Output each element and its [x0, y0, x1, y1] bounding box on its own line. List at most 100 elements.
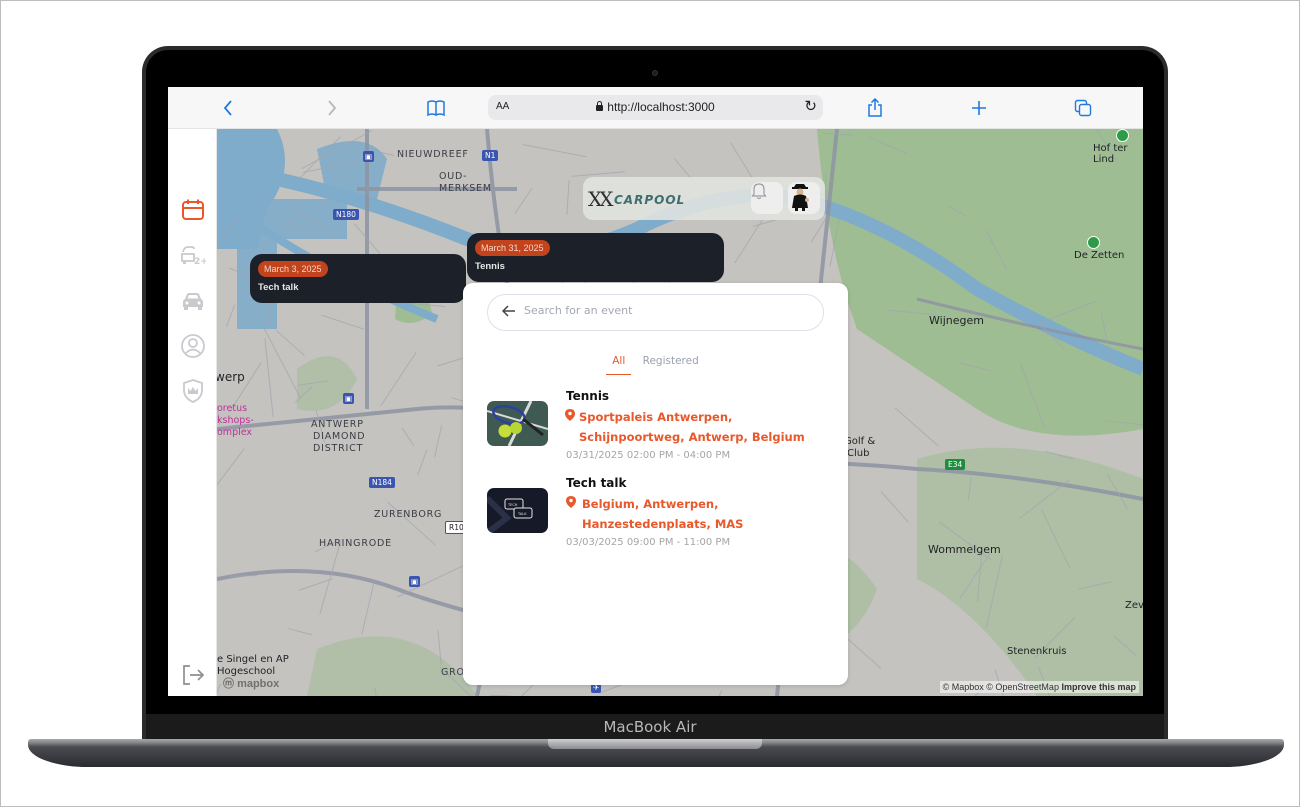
train-station-icon[interactable]: ▣	[343, 393, 355, 404]
event-tooltip-tech-talk[interactable]: March 3, 2025 Tech talk	[250, 254, 466, 303]
address-bar[interactable]: AA http://localhost:3000 ↻	[488, 95, 823, 120]
sidebar-item-admin[interactable]	[180, 378, 206, 404]
sidebar-item-carpool[interactable]: 2+	[180, 242, 206, 268]
minor-street	[571, 171, 625, 177]
url-text[interactable]: http://localhost:3000	[607, 100, 714, 114]
minor-street	[276, 330, 305, 357]
minor-street	[264, 338, 274, 418]
minor-street	[489, 694, 512, 696]
minor-street	[730, 142, 753, 179]
attribution-text[interactable]: © Mapbox © OpenStreetMap	[943, 682, 1059, 692]
park-icon[interactable]	[1116, 129, 1129, 142]
avatar-icon	[792, 184, 809, 211]
sidebar-item-events[interactable]	[180, 197, 206, 223]
event-title: Tech talk	[566, 476, 627, 490]
reload-icon[interactable]: ↻	[804, 97, 817, 115]
calendar-icon	[182, 199, 204, 220]
map-label-plantin-1: oretus	[217, 403, 248, 414]
event-tabs: All Registered	[463, 355, 848, 375]
improve-map-link[interactable]: Improve this map	[1061, 682, 1136, 692]
map-attribution: © Mapbox © OpenStreetMap Improve this ma…	[939, 681, 1139, 693]
search-input[interactable]	[524, 304, 804, 317]
car-icon	[183, 293, 203, 310]
laptop-notch	[548, 739, 762, 749]
event-panel: All Registered Tennis Sportpaleis Antwer…	[463, 283, 848, 685]
map-label-haringrode: HARINGRODE	[319, 538, 392, 549]
road-shield-n184: N184	[369, 477, 395, 488]
map-label-golf-2: Club	[847, 448, 870, 459]
car-2plus-icon: 2+	[181, 246, 206, 267]
minor-street	[380, 351, 417, 407]
road-shield-n180: N180	[333, 209, 359, 220]
map-label-oud-merksem-1: OUD-	[439, 171, 468, 182]
map-label-zurenborg: ZURENBORG	[374, 509, 443, 520]
new-tab-icon[interactable]	[967, 96, 991, 120]
share-icon[interactable]	[863, 96, 887, 120]
minor-street	[396, 563, 468, 598]
map-label-plantin-2: kshops-	[217, 415, 254, 426]
event-tooltip-tennis[interactable]: March 31, 2025 Tennis	[467, 233, 724, 282]
minor-street	[566, 180, 570, 215]
camera	[652, 70, 658, 76]
minor-street	[225, 304, 236, 328]
svg-text:TECH: TECH	[507, 503, 518, 507]
svg-text:TALK: TALK	[517, 512, 527, 516]
event-time: 03/31/2025 02:00 PM - 04:00 PM	[566, 450, 731, 461]
logout-icon	[183, 665, 205, 685]
map-label-golf-1: Golf &	[844, 436, 876, 447]
map-label-diamond-1: ANTWERP	[311, 419, 364, 430]
forward-icon[interactable]	[320, 96, 344, 120]
map-label-wijnegem: Wijnegem	[929, 314, 984, 327]
train-station-icon[interactable]: ▣	[363, 151, 375, 162]
event-location-line1: Belgium, Antwerpen,	[582, 497, 719, 511]
event-location-line2: Schijnpoortweg, Antwerp, Belgium	[579, 430, 805, 444]
minor-street	[718, 690, 723, 696]
sidebar-item-my-car[interactable]	[180, 288, 206, 314]
map-label-stenenkruis: Stenenkruis	[1007, 646, 1067, 657]
event-location-line1: Sportpaleis Antwerpen,	[579, 410, 733, 424]
minor-street	[217, 683, 221, 694]
sidebar-item-profile[interactable]	[180, 333, 206, 359]
location-pin-icon	[566, 496, 576, 508]
minor-street	[288, 628, 312, 636]
browser-toolbar: AA http://localhost:3000 ↻	[168, 87, 1143, 129]
logout-button[interactable]	[180, 662, 206, 688]
tab-registered[interactable]: Registered	[637, 355, 705, 374]
map-label-wommelgem: Wommelgem	[928, 543, 1001, 556]
minor-street	[417, 449, 428, 476]
event-location: Sportpaleis Antwerpen, Schijnpoortweg, A…	[579, 407, 819, 447]
app-header: XX CARPOOL	[583, 177, 825, 220]
tabs-icon[interactable]	[1071, 96, 1095, 120]
back-icon[interactable]	[216, 96, 240, 120]
logo-text: CARPOOL	[614, 193, 686, 207]
search-bar	[487, 294, 824, 331]
map-label-zeve: Zeve	[1125, 600, 1143, 611]
minor-street	[319, 539, 342, 615]
event-list-item[interactable]: TECH TALK Tech talk Belgium, Antwerpen, H…	[487, 476, 827, 556]
tooltip-date-badge: March 3, 2025	[258, 261, 328, 277]
park-icon[interactable]	[1087, 236, 1100, 249]
minor-street	[321, 314, 364, 330]
train-station-icon[interactable]: ▣	[409, 576, 421, 587]
notifications-button[interactable]	[751, 182, 783, 214]
map-label-oud-merksem-2: MERKSEM	[439, 183, 492, 194]
bookmarks-icon[interactable]	[424, 96, 448, 120]
logo-mark: XX	[588, 187, 614, 211]
tab-all[interactable]: All	[606, 355, 632, 375]
tooltip-title: Tech talk	[258, 282, 299, 293]
map-label-de-zetten: De Zetten	[1074, 250, 1125, 261]
screen: AA http://localhost:3000 ↻ 2+ NIEUWDREEF…	[168, 87, 1143, 696]
minor-street	[434, 424, 443, 458]
back-arrow-icon[interactable]	[501, 304, 516, 321]
svg-text:2+: 2+	[194, 257, 206, 267]
minor-street	[523, 144, 587, 158]
shield-crown-icon	[183, 379, 203, 403]
avatar-button[interactable]	[788, 182, 820, 214]
event-list-item[interactable]: Tennis Sportpaleis Antwerpen, Schijnpoor…	[487, 389, 827, 469]
road-shield-e34: E34	[945, 459, 966, 470]
mapbox-logo[interactable]: ⓜ mapbox	[223, 675, 279, 691]
event-location: Belgium, Antwerpen, Hanzestedenplaats, M…	[582, 494, 822, 534]
device-label: MacBook Air	[603, 718, 697, 736]
tennis-image	[487, 401, 548, 446]
location-pin-icon	[565, 409, 575, 421]
